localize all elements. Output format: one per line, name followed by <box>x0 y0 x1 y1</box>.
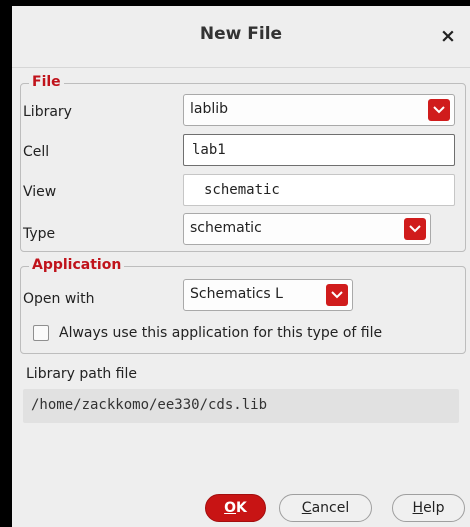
library-path-label: Library path file <box>26 366 138 382</box>
cancel-button[interactable]: Cancel <box>279 494 372 522</box>
file-group: File Library lablib Cell View Type schem… <box>20 73 466 252</box>
file-group-legend: File <box>29 73 64 91</box>
view-field[interactable] <box>183 174 455 206</box>
help-button[interactable]: Help <box>392 494 465 522</box>
library-path-field: /home/zackkomo/ee330/cds.lib <box>23 389 459 423</box>
ok-mnemonic: O <box>224 500 237 516</box>
cancel-label-rest: ancel <box>311 500 350 516</box>
always-use-label[interactable]: Always use this application for this typ… <box>59 325 382 341</box>
open-with-select[interactable]: Schematics L <box>183 279 353 311</box>
open-with-select-value: Schematics L <box>190 286 283 302</box>
open-with-label: Open with <box>23 291 95 307</box>
ok-button[interactable]: OK <box>205 494 266 522</box>
application-group: Application Open with Schematics L Alway… <box>20 256 466 354</box>
new-file-dialog: New File × File Library lablib Cell View… <box>12 6 470 527</box>
dialog-title: New File <box>199 24 283 44</box>
cell-input[interactable] <box>184 135 454 165</box>
chevron-down-icon[interactable] <box>326 284 348 306</box>
library-label: Library <box>23 104 72 120</box>
application-group-legend: Application <box>29 256 125 274</box>
view-input[interactable] <box>184 175 454 205</box>
always-use-checkbox[interactable] <box>33 325 49 341</box>
cancel-mnemonic: C <box>301 500 312 516</box>
type-select[interactable]: schematic <box>183 213 431 245</box>
cell-label: Cell <box>23 144 50 160</box>
help-mnemonic: H <box>412 500 424 516</box>
chevron-down-icon[interactable] <box>404 218 426 240</box>
type-select-value: schematic <box>190 220 262 236</box>
library-select-value: lablib <box>190 101 229 117</box>
library-select[interactable]: lablib <box>183 94 455 126</box>
type-label: Type <box>23 226 56 242</box>
close-icon[interactable]: × <box>438 26 458 46</box>
view-label: View <box>23 184 57 200</box>
cell-field[interactable] <box>183 134 455 166</box>
library-path-value: /home/zackkomo/ee330/cds.lib <box>31 397 268 413</box>
help-label-rest: elp <box>423 500 445 516</box>
ok-label-rest: K <box>236 500 247 516</box>
title-bar: New File × <box>12 6 470 68</box>
chevron-down-icon[interactable] <box>428 99 450 121</box>
